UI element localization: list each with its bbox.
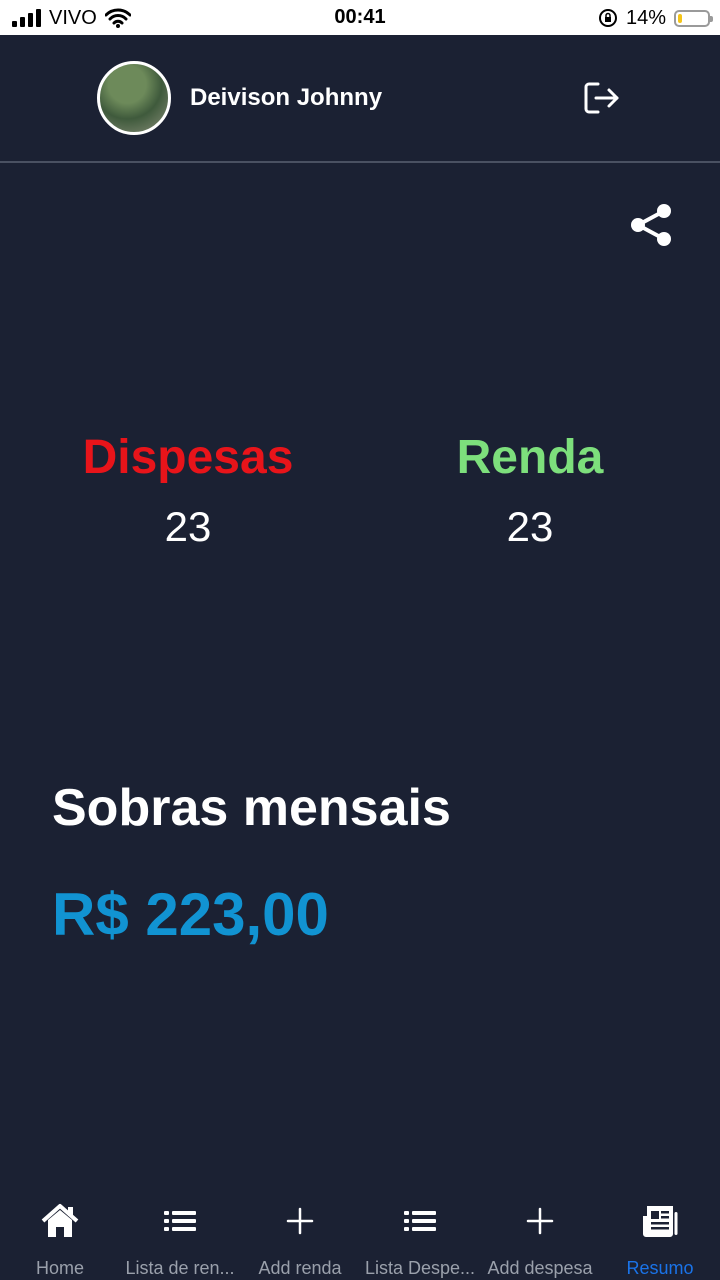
- nav-item-add-expense[interactable]: Add despesa: [480, 1190, 600, 1280]
- plus-icon: [526, 1207, 554, 1235]
- avatar[interactable]: [97, 61, 171, 135]
- expenses-stat: Dispesas 23: [58, 430, 318, 551]
- nav-item-expense-list[interactable]: Lista Despe...: [360, 1190, 480, 1280]
- leftover-title: Sobras mensais: [52, 779, 451, 837]
- nav-item-income-list[interactable]: Lista de ren...: [120, 1190, 240, 1280]
- leftover-value: R$ 223,00: [52, 881, 329, 948]
- expenses-label: Dispesas: [82, 431, 294, 484]
- expenses-count: 23: [164, 503, 212, 550]
- nav-label-income-list: Lista de ren...: [125, 1258, 235, 1278]
- battery-percent: 14%: [625, 6, 666, 29]
- income-stat: Renda 23: [400, 430, 660, 551]
- income-count: 23: [506, 503, 554, 550]
- share-icon[interactable]: [628, 202, 674, 248]
- list-icon: [404, 1211, 436, 1231]
- bottom-navigation: Home Lista de ren... Add renda Lista Des…: [0, 1190, 720, 1280]
- battery-icon: [674, 9, 713, 27]
- nav-label-add-expense: Add despesa: [487, 1258, 593, 1278]
- nav-item-add-income[interactable]: Add renda: [240, 1190, 360, 1280]
- list-icon: [164, 1211, 196, 1231]
- status-bar: VIVO 00:41 14%: [0, 0, 720, 35]
- logout-icon[interactable]: [582, 80, 622, 116]
- home-icon: [41, 1204, 79, 1237]
- nav-label-home: Home: [35, 1258, 84, 1278]
- user-name: Deivison Johnny: [190, 84, 383, 111]
- rotation-lock-icon: [598, 9, 617, 27]
- nav-label-add-income: Add renda: [258, 1258, 342, 1278]
- plus-icon: [286, 1207, 314, 1235]
- nav-label-expense-list: Lista Despe...: [364, 1258, 476, 1278]
- nav-item-summary[interactable]: Resumo: [600, 1190, 720, 1280]
- newspaper-icon: [643, 1206, 678, 1237]
- income-label: Renda: [456, 431, 604, 484]
- nav-item-home[interactable]: Home: [0, 1190, 120, 1280]
- nav-label-summary: Resumo: [626, 1258, 694, 1278]
- header-divider: [0, 161, 720, 163]
